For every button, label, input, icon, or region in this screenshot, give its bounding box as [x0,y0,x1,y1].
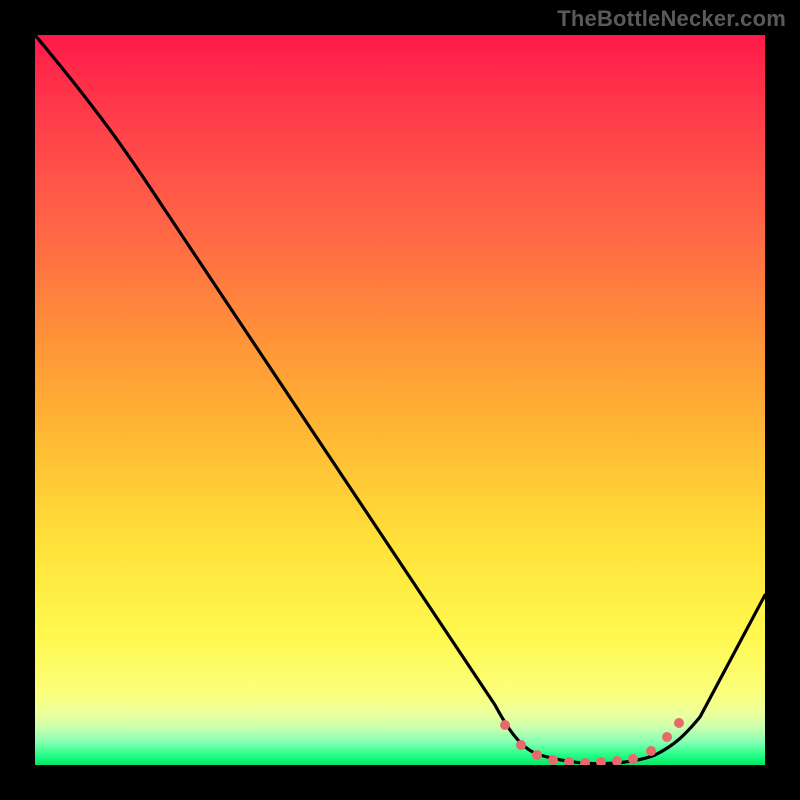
trough-markers [500,718,684,765]
watermark-text: TheBottleNecker.com [557,6,786,32]
chart-frame: TheBottleNecker.com [0,0,800,800]
plot-area [35,35,765,765]
bottleneck-curve [35,35,765,764]
curve-svg [35,35,765,765]
